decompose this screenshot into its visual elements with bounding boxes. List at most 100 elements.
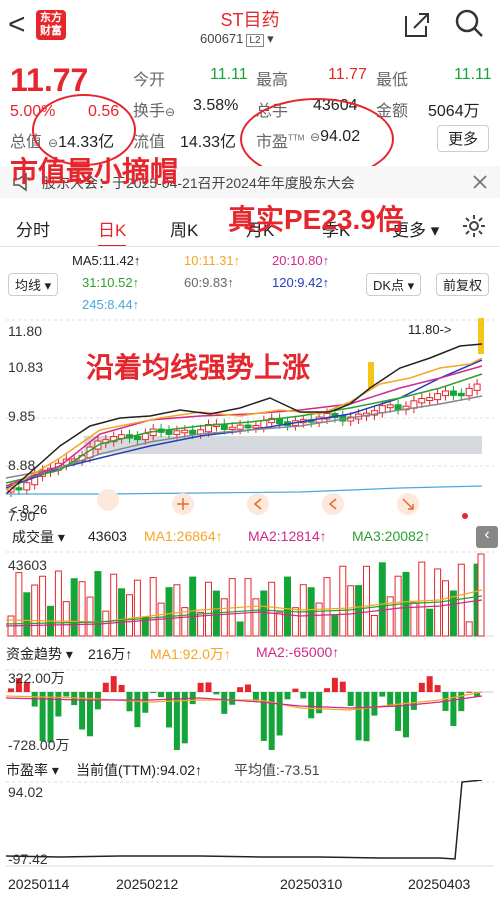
flow-bar <box>197 682 204 692</box>
ma31-line <box>5 373 483 484</box>
volume-bar <box>315 602 323 637</box>
candle-body <box>23 482 31 491</box>
high-marker: 11.80-> <box>408 322 452 337</box>
candle-body <box>15 487 23 491</box>
volume-bar <box>39 575 47 637</box>
flow-bar <box>284 692 291 700</box>
flow-bar <box>426 676 433 692</box>
flow-bar <box>316 692 323 714</box>
ma10-label: 10:11.31↑ <box>184 253 241 268</box>
candle-body <box>418 397 426 404</box>
adjust-button[interactable]: 前复权 <box>436 273 490 296</box>
flow-axis-bottom: -728.00万 <box>8 737 69 753</box>
y-axis-label: 10.83 <box>8 359 43 375</box>
settings-icon[interactable] <box>462 214 486 238</box>
volume-bar <box>133 579 141 637</box>
pe-current: 当前值(TTM):94.02↑ <box>76 762 203 778</box>
flow-ma2: MA2:-65000↑ <box>256 644 340 660</box>
flow-bar <box>94 692 101 710</box>
volume-bar <box>363 565 370 637</box>
flow-bar <box>245 684 251 692</box>
flow-bar <box>466 691 473 693</box>
flow-bar <box>403 692 409 738</box>
volume-bar <box>284 576 291 637</box>
pe-average: 平均值:-73.51 <box>234 762 320 778</box>
volume-bar <box>189 576 197 637</box>
flow-bar <box>371 692 378 716</box>
tab-day-k[interactable]: 日K <box>98 216 127 247</box>
flow-select[interactable]: 资金趋势 ▾ <box>6 644 73 664</box>
top-bar: < 东方 财富 ST目药 600671 L2 ▾ <box>0 0 500 52</box>
flow-bar <box>71 692 78 706</box>
volume-bars <box>7 553 485 637</box>
volume-bar <box>477 553 485 637</box>
high-value: 11.77 <box>328 66 367 83</box>
low-marker: <-8.26 <box>10 502 47 517</box>
volume-bar <box>86 596 94 637</box>
volume-bar <box>355 585 363 637</box>
close-icon[interactable] <box>472 174 488 190</box>
stock-code: 600671 L2 ▾ <box>200 31 274 47</box>
flow-bar <box>387 692 394 707</box>
turnover-value: 3.58% <box>193 97 239 114</box>
flow-bar <box>339 681 346 692</box>
dk-button[interactable]: DK点 ▾ <box>366 273 422 296</box>
volume-bar <box>54 570 62 637</box>
share-icon[interactable] <box>402 10 432 40</box>
flow-bar <box>213 692 220 695</box>
flow-bar <box>268 692 275 750</box>
pe-header: 市盈率 ▾ 当前值(TTM):94.02↑ 平均值:-73.51 <box>0 756 500 780</box>
more-button[interactable]: 更多 <box>437 125 490 152</box>
flow-bar <box>102 682 109 692</box>
volume-bar <box>236 621 244 637</box>
pe-select[interactable]: 市盈率 ▾ <box>6 760 59 780</box>
flow-bar <box>324 688 330 692</box>
ma-select[interactable]: 均线 ▾ <box>8 273 59 296</box>
candle-body <box>386 404 394 409</box>
flow-bar <box>379 692 386 697</box>
volume-bar <box>165 587 173 637</box>
flow-bar <box>237 687 244 692</box>
search-icon[interactable] <box>454 8 484 38</box>
volume-bar <box>465 621 473 637</box>
amount-value: 5064万 <box>428 103 480 120</box>
annotation-text: 真实PE23.9倍 <box>228 204 404 235</box>
volume-bar <box>347 585 355 637</box>
candle-body <box>478 318 484 354</box>
tab-intraday[interactable]: 分时 <box>16 216 50 241</box>
flow-bar <box>110 676 117 692</box>
flow-bar <box>355 692 362 741</box>
volume-bar <box>252 598 260 637</box>
pe-axis-bottom: -97.42 <box>8 851 48 867</box>
flow-bar <box>410 692 417 710</box>
volume-chart: 43603 <box>5 551 494 637</box>
candle-body <box>244 424 252 429</box>
tab-week-k[interactable]: 周K <box>170 216 198 241</box>
volume-bar <box>110 573 118 637</box>
candle-body <box>181 429 189 434</box>
ma245-line <box>6 485 483 495</box>
volume-select[interactable]: 成交量 ▾ <box>6 526 71 548</box>
candle-body <box>236 424 244 430</box>
open-label: 今开 <box>133 72 166 89</box>
volume-bar <box>260 590 268 637</box>
pe-line <box>5 780 483 860</box>
volume-bar <box>276 611 284 637</box>
volume-header: 成交量 ▾ 43603 MA1:26864↑ MA2:12814↑ MA3:20… <box>0 524 500 548</box>
candle-body <box>368 362 374 388</box>
volume-bar <box>70 578 78 637</box>
volume-bar <box>173 584 181 637</box>
collapse-button[interactable]: ‹ <box>476 526 498 548</box>
volume-ma3: MA3:20082↑ <box>352 528 431 544</box>
volume-bar <box>457 563 465 637</box>
volume-bar <box>126 594 133 637</box>
volume-bar <box>78 581 86 637</box>
turnover-label: 换手⊖ <box>133 103 176 120</box>
flow-axis-top: 322.00万 <box>8 670 65 686</box>
float-value: 14.33亿 <box>180 134 237 151</box>
pe-chart: 94.02 -97.42 <box>5 780 494 867</box>
level-badge: L2 <box>246 34 264 47</box>
volume-bar <box>118 588 126 637</box>
flow-bar <box>158 692 165 698</box>
flow-bar <box>55 692 62 717</box>
